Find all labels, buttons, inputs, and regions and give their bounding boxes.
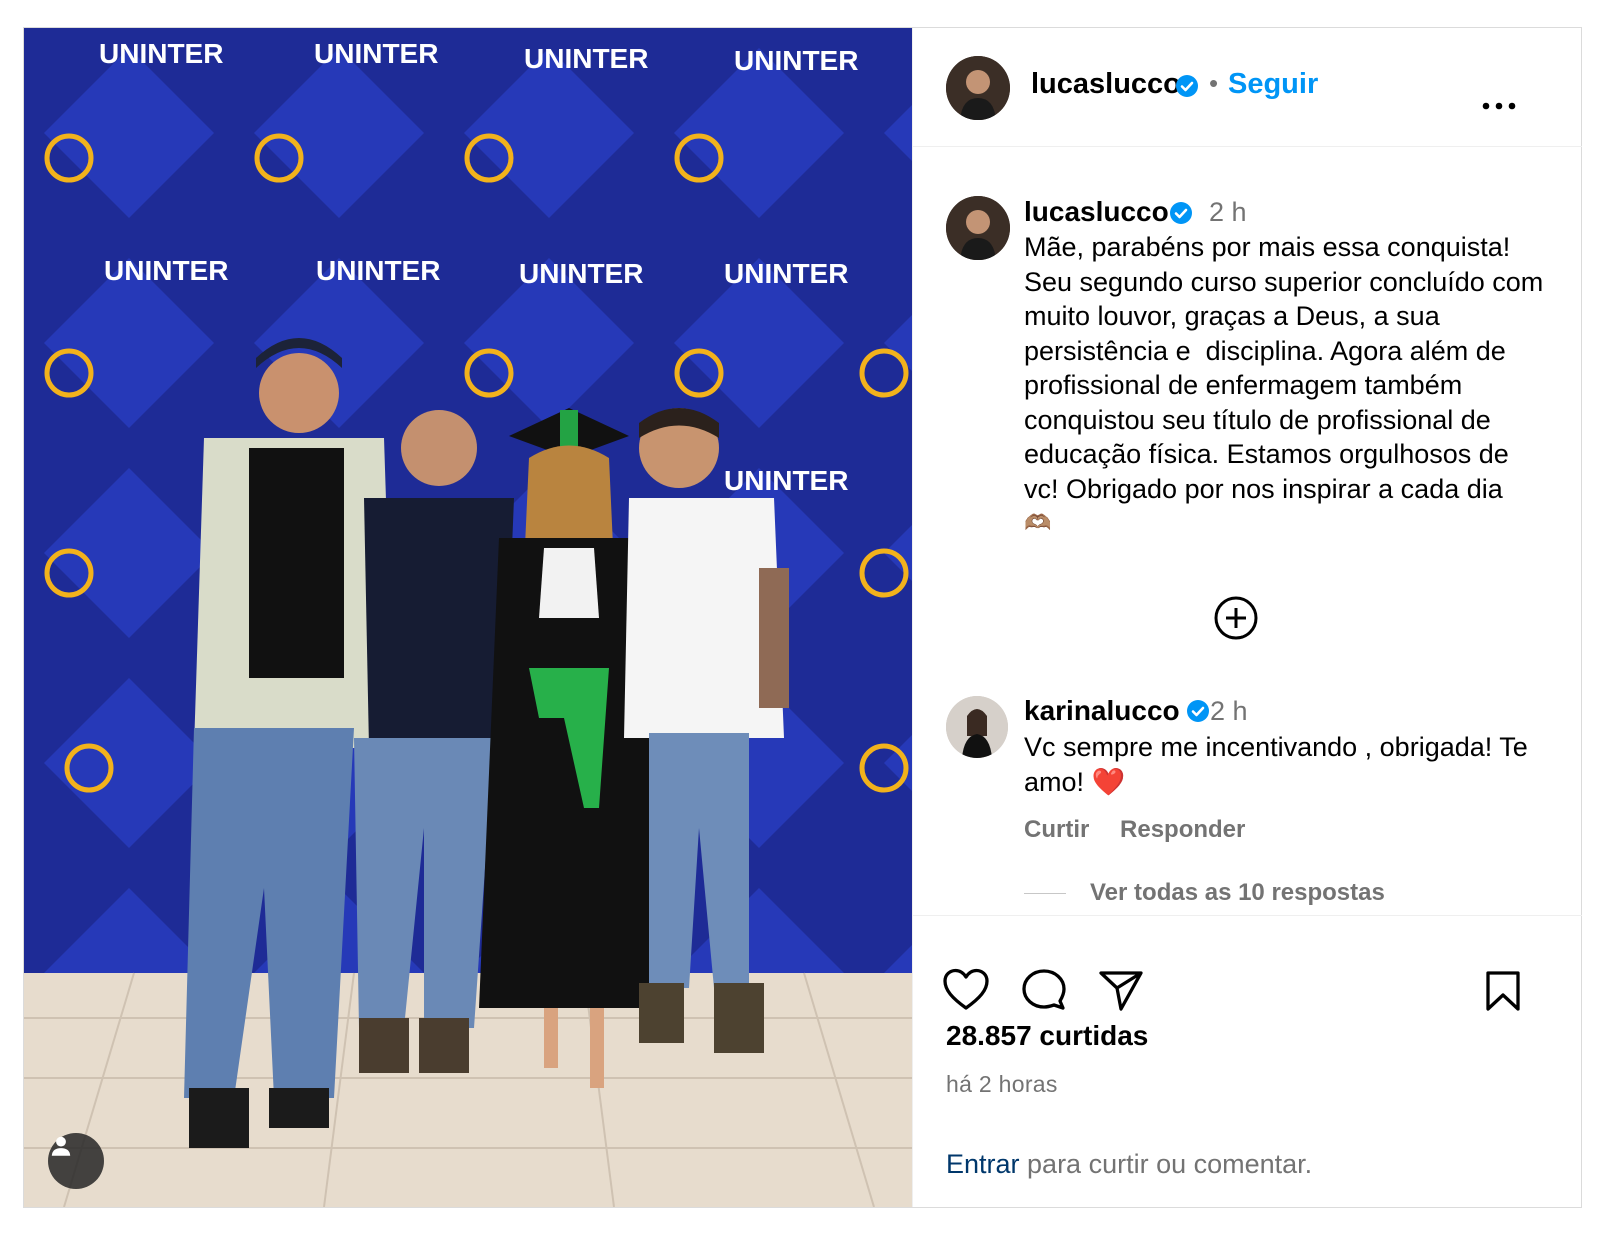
commenter-avatar[interactable] <box>946 696 1008 758</box>
post-sidebar: lucaslucco • Seguir lucaslucco 2 h Mãe, … <box>912 28 1582 1207</box>
post-photo[interactable]: UNINTER UNINTER UNINTER UNINTER UNINTER … <box>24 28 912 1207</box>
plus-circle-icon[interactable] <box>1213 595 1259 646</box>
svg-text:UNINTER: UNINTER <box>519 258 643 289</box>
comment-timestamp[interactable]: 2 h <box>1210 696 1248 727</box>
like-count[interactable]: 28.857 curtidas <box>946 1020 1148 1052</box>
verified-badge-icon <box>1175 74 1199 103</box>
post-timestamp[interactable]: há 2 horas <box>946 1071 1058 1098</box>
replies-divider <box>1024 892 1066 894</box>
svg-text:UNINTER: UNINTER <box>734 45 858 76</box>
caption-text: Mãe, parabéns por mais essa conquista! S… <box>1024 232 1551 504</box>
bookmark-icon[interactable] <box>1485 970 1521 1017</box>
heart-icon[interactable] <box>942 968 990 1017</box>
verified-badge-icon <box>1169 201 1193 230</box>
svg-text:UNINTER: UNINTER <box>99 38 223 69</box>
post-header: lucaslucco • Seguir <box>913 28 1582 147</box>
user-tag-icon[interactable] <box>48 1133 104 1189</box>
comment-like-button[interactable]: Curtir <box>1024 816 1089 843</box>
login-prompt-text: para curtir ou comentar. <box>1019 1149 1313 1179</box>
more-icon[interactable] <box>1481 98 1517 116</box>
svg-text:UNINTER: UNINTER <box>524 43 648 74</box>
commenter-username[interactable]: karinalucco <box>1024 695 1180 727</box>
svg-text:UNINTER: UNINTER <box>314 38 438 69</box>
photo-illustration: UNINTER UNINTER UNINTER UNINTER UNINTER … <box>24 28 912 1207</box>
author-avatar[interactable] <box>946 56 1010 120</box>
author-username[interactable]: lucaslucco <box>1031 68 1181 101</box>
comment-icon[interactable] <box>1021 968 1067 1019</box>
view-replies-label: Ver todas as 10 respostas <box>1090 879 1385 906</box>
caption-emoji: 🫶🏽 <box>1024 510 1052 535</box>
comment-actions: Curtir Responder <box>1024 816 1269 844</box>
svg-text:UNINTER: UNINTER <box>724 258 848 289</box>
svg-text:UNINTER: UNINTER <box>316 255 440 286</box>
post-card: UNINTER UNINTER UNINTER UNINTER UNINTER … <box>23 27 1582 1208</box>
comment-text: Vc sempre me incentivando , obrigada! Te… <box>1024 732 1528 797</box>
comment-reply-button[interactable]: Responder <box>1120 816 1245 843</box>
verified-badge-icon <box>1186 699 1210 728</box>
login-link[interactable]: Entrar <box>946 1149 1020 1179</box>
share-icon[interactable] <box>1098 970 1144 1017</box>
separator-dot: • <box>1209 68 1219 98</box>
caption-username[interactable]: lucaslucco <box>1024 196 1169 228</box>
login-prompt: Entrar para curtir ou comentar. <box>946 1149 1312 1180</box>
caption-timestamp[interactable]: 2 h <box>1209 197 1247 228</box>
caption-avatar[interactable] <box>946 196 1010 260</box>
view-replies-button[interactable]: Ver todas as 10 respostas <box>1024 879 1385 907</box>
svg-text:UNINTER: UNINTER <box>724 465 848 496</box>
svg-text:UNINTER: UNINTER <box>104 255 228 286</box>
follow-button[interactable]: Seguir <box>1228 68 1318 101</box>
